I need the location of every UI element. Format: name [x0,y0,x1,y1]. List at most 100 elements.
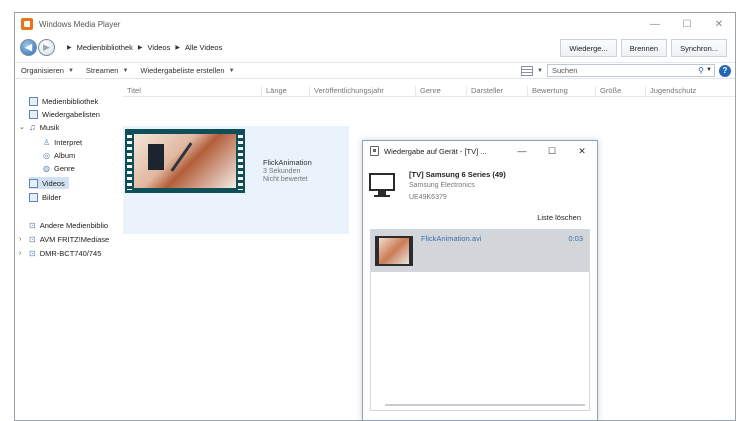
breadcrumb-arrow-icon[interactable]: ▶ [175,44,180,51]
list-item[interactable]: FlickAnimation.avi 0:03 [371,230,589,272]
dialog-controls: — ☐ ✕ [507,141,597,161]
chevron-down-icon: ▼ [67,67,74,74]
maximize-icon[interactable]: ☐ [537,141,567,161]
sidebar-item-other-libraries[interactable]: ⊡ Andere Medienbiblio [29,219,108,231]
video-length: 3 Sekunden [263,168,301,175]
dialog-title: Wiedergabe auf Gerät - [TV] ... [384,146,487,156]
sidebar-item-label: Interpret [54,137,83,147]
window-controls: — ☐ ✕ [639,13,735,35]
sidebar-item-label: Wiedergabelisten [42,109,100,119]
sidebar-item-label: AVM FRITZ!Mediase [39,234,110,244]
picture-icon [29,192,38,202]
video-thumbnail[interactable] [125,129,245,193]
sidebar-item-videos[interactable]: Videos [29,177,69,189]
tab-play[interactable]: Wiederge... [560,39,617,57]
search-input[interactable]: Suchen ⚲ ▼ [547,64,715,77]
stream-menu[interactable]: Streamen ▼ [86,66,128,75]
clear-list-button[interactable]: Liste löschen [537,213,581,222]
minimize-icon[interactable]: — [639,13,671,35]
queue-item-title[interactable]: FlickAnimation.avi [421,234,481,243]
toolbar: Organisieren ▼ Streamen ▼ Wiedergabelist… [15,62,735,79]
column-size[interactable]: Größe [595,86,621,97]
sidebar-item-label: Genre [53,163,75,173]
view-options-icon[interactable] [521,65,534,76]
column-headers: Titel Länge Veröffentlichungsjahr Genre … [123,85,735,97]
sidebar-item-label: DMR-BCT740/745 [39,248,102,258]
chevron-down-icon: ▼ [122,67,129,74]
breadcrumb: ▶ Medienbibliothek ▶ Videos ▶ Alle Video… [65,43,222,52]
artist-icon: ♙ [43,137,51,147]
sidebar-item-artist[interactable]: ♙ Interpret [43,136,82,148]
album-icon: ◎ [43,150,50,160]
queue-item-duration: 0:03 [568,234,583,243]
organize-menu[interactable]: Organisieren ▼ [21,66,74,75]
device-manufacturer: Samsung Electronics [409,182,475,189]
maximize-icon[interactable]: ☐ [671,13,703,35]
media-server-icon: ⊡ [29,248,36,258]
create-playlist-menu[interactable]: Wiedergabeliste erstellen ▼ [140,66,234,75]
video-item[interactable]: FlickAnimation 3 Sekunden Nicht bewertet [123,126,349,234]
breadcrumb-videos[interactable]: Videos [148,43,171,52]
breadcrumb-arrow-icon[interactable]: ▶ [67,44,72,51]
play-to-dialog: Wiedergabe auf Gerät - [TV] ... — ☐ ✕ [T… [362,140,598,421]
sidebar-item-album[interactable]: ◎ Album [43,149,75,161]
device-name: [TV] Samsung 6 Series (49) [409,170,506,179]
music-note-icon: ♫ [29,122,36,132]
chevron-down-icon: ▼ [228,67,235,74]
playlist-icon [29,109,38,119]
sidebar-item-label: Album [53,150,76,160]
sidebar-item-label: Bilder [42,192,62,202]
chevron-down-icon[interactable]: ▼ [537,68,543,74]
back-button[interactable]: ◀ [20,39,37,56]
column-release-year[interactable]: Veröffentlichungsjahr [309,86,384,97]
help-icon[interactable]: ? [719,64,731,77]
navigation-bar: ◀ ▶ ▶ Medienbibliothek ▶ Videos ▶ Alle V… [15,37,735,59]
video-rating[interactable]: Nicht bewertet [263,176,312,183]
video-title: FlickAnimation [263,158,312,167]
column-title[interactable]: Titel [123,86,141,97]
title-bar: Windows Media Player — ☐ ✕ [15,13,735,35]
device-model: UE49K6379 [409,194,447,201]
breadcrumb-all-videos[interactable]: Alle Videos [185,43,222,52]
breadcrumb-arrow-icon[interactable]: ▶ [138,44,143,51]
stream-label: Streamen [85,66,119,75]
sidebar-item-library[interactable]: Medienbibliothek [29,95,98,107]
column-length[interactable]: Länge [261,86,287,97]
minimize-icon[interactable]: — [507,141,537,161]
close-icon[interactable]: ✕ [567,141,597,161]
window-title: Windows Media Player [39,19,121,29]
horizontal-scrollbar[interactable] [385,404,585,406]
video-icon [29,178,38,188]
toolbar-right: ▼ Suchen ⚲ ▼ ? [521,64,731,77]
breadcrumb-library[interactable]: Medienbibliothek [77,43,133,52]
tab-sync[interactable]: Synchron... [671,39,727,57]
media-server-icon: ⊡ [29,234,36,244]
library-navigation: Medienbibliothek Wiedergabelisten ⌄ ♫ Mu… [15,85,121,415]
forward-button[interactable]: ▶ [38,39,55,56]
sidebar-item-playlists[interactable]: Wiedergabelisten [29,108,100,120]
sidebar-item-genre[interactable]: ◍ Genre [43,162,75,174]
sidebar-item-dmr-recorder[interactable]: › ⊡ DMR-BCT740/745 [19,247,101,259]
chevron-right-icon[interactable]: › [19,236,25,243]
dialog-title-bar: Wiedergabe auf Gerät - [TV] ... — ☐ ✕ [363,141,597,161]
column-actors[interactable]: Darsteller [466,86,503,97]
sidebar-item-label: Andere Medienbiblio [39,220,109,230]
column-rating[interactable]: Bewertung [527,86,568,97]
chevron-down-icon[interactable]: ⌄ [19,123,25,131]
sidebar-item-fritz-mediaserver[interactable]: › ⊡ AVM FRITZ!Mediase [19,233,109,245]
close-icon[interactable]: ✕ [703,13,735,35]
genre-icon: ◍ [43,163,50,173]
tab-burn[interactable]: Brennen [620,39,668,57]
chevron-right-icon[interactable]: › [19,250,25,257]
sidebar-item-pictures[interactable]: Bilder [29,191,61,203]
sidebar-item-music[interactable]: ⌄ ♫ Musik [19,121,59,133]
column-parental-rating[interactable]: Jugendschutz [645,86,696,97]
search-placeholder: Suchen [552,66,578,75]
play-queue: FlickAnimation.avi 0:03 [370,229,590,411]
video-thumbnail-image [134,134,236,188]
column-genre[interactable]: Genre [415,86,441,97]
tv-icon [369,173,395,197]
search-icon[interactable]: ⚲ [698,66,704,75]
chevron-down-icon[interactable]: ▼ [706,67,712,73]
play-to-icon [370,146,379,156]
